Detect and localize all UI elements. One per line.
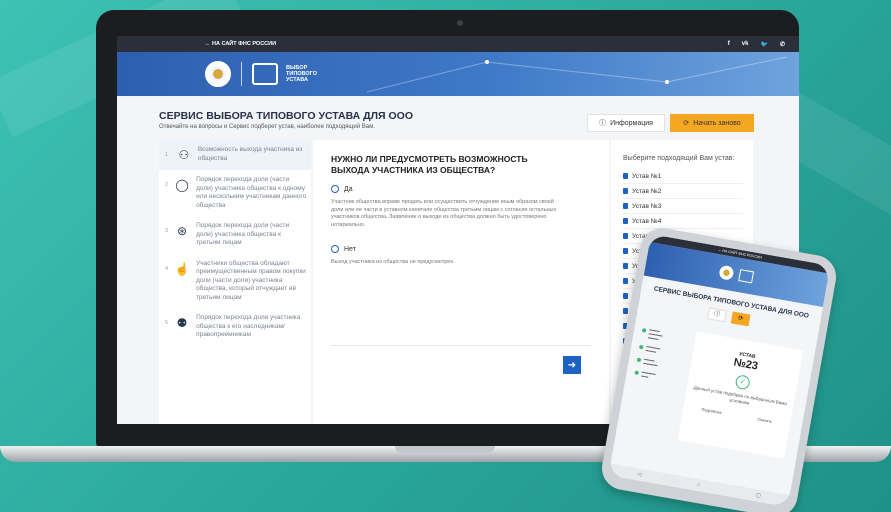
person-exit-icon: ⚇ <box>178 148 190 162</box>
check-dot-icon <box>636 357 642 363</box>
step-label: Порядок перехода доли (части доли) участ… <box>196 222 290 246</box>
info-button-label: Информация <box>610 119 653 127</box>
service-logo-icon <box>738 269 755 284</box>
step-number: 3 <box>165 228 169 234</box>
banner: ВЫБОР ТИПОВОГО УСТАВА <box>117 52 799 96</box>
phone-screen: ← НА САЙТ ФНС РОССИИ СЕРВИС ВЫБОРА ТИПОВ… <box>608 234 831 507</box>
document-icon <box>623 293 628 299</box>
option-yes[interactable]: Да <box>331 185 609 193</box>
check-dot-icon <box>638 344 644 350</box>
document-icon <box>623 248 628 254</box>
circle-icon: ◯ <box>175 178 189 192</box>
ustav-list-item[interactable]: Устав №4 <box>623 214 743 229</box>
banner-separator <box>241 62 242 86</box>
step-label: Возможность выхода участника из общества <box>197 146 303 162</box>
ustav-item-label: Устав №4 <box>632 217 662 225</box>
phone-step-label: ▬▬▬▬▬▬▬ <box>645 344 661 354</box>
question-panel: НУЖНО ЛИ ПРЕДУСМОТРЕТЬ ВОЗМОЖНОСТЬ ВЫХОД… <box>313 140 609 424</box>
radio-button[interactable] <box>331 245 339 253</box>
service-logo-text: ВЫБОР ТИПОВОГО УСТАВА <box>286 65 317 83</box>
step-item[interactable]: 1 ⚇ Возможность выхода участника из обще… <box>159 140 311 170</box>
ustav-list-item[interactable]: Устав №3 <box>623 199 743 214</box>
document-icon <box>623 188 628 194</box>
twitter-icon[interactable]: 🐦 <box>760 41 767 48</box>
details-link[interactable]: Подробнее <box>701 407 722 416</box>
download-link[interactable]: Скачать <box>757 416 773 424</box>
ustav-list-title: Выберите подходящий Вам устав: <box>623 155 735 162</box>
result-card: УСТАВ №23 ✓ Данный устав подобран по выб… <box>677 331 804 459</box>
restart-button[interactable]: ⟳ Начать заново <box>670 114 754 132</box>
ustav-item-label: Устав №2 <box>632 187 662 195</box>
banner-network-graphic <box>367 56 787 93</box>
phone-step[interactable]: ▬▬▬▬ ▬▬ <box>634 368 685 385</box>
phone-steps: ▬▬▬ ▬▬▬▬ ▬▬▬ ▬▬▬▬ ▬▬▬ ▬▬▬ ▬▬▬▬ ▬▬▬▬ ▬▬ <box>633 326 692 390</box>
step-number: 5 <box>165 320 169 326</box>
phone-nav-bar: ◁ ○ ▢ <box>608 463 790 507</box>
phone-step-label: ▬▬▬▬ ▬▬ <box>640 369 657 379</box>
vk-icon[interactable]: vk <box>742 41 749 48</box>
service-logo-icon <box>252 63 278 85</box>
top-bar: ← НА САЙТ ФНС РОССИИ f vk 🐦 ✆ <box>117 36 799 52</box>
share-transfer-icon: ⊛ <box>177 224 188 238</box>
recent-icon[interactable]: ▢ <box>756 492 762 499</box>
check-dot-icon <box>634 370 640 376</box>
ustav-list-item[interactable]: Устав №2 <box>623 184 743 199</box>
home-icon[interactable]: ○ <box>697 482 701 488</box>
info-icon: ⓘ <box>599 120 607 127</box>
step-item[interactable]: 4 ☝ Участники общества обладают преимуще… <box>159 254 311 309</box>
option-yes-description: Участник общества вправе продать или осу… <box>331 199 557 228</box>
next-arrow-button[interactable]: ➜ <box>563 356 581 374</box>
document-icon <box>623 263 628 269</box>
step-item[interactable]: 3 ⊛ Порядок перехода доли (части доли) у… <box>159 216 311 254</box>
heirs-icon: ⚉ <box>176 316 188 330</box>
divider <box>331 345 591 346</box>
step-label: Участники общества обладают преимуществе… <box>196 259 306 301</box>
option-no-label: Нет <box>344 245 356 253</box>
document-icon <box>623 233 628 239</box>
document-icon <box>623 173 628 179</box>
question-title: НУЖНО ЛИ ПРЕДУСМОТРЕТЬ ВОЗМОЖНОСТЬ ВЫХОД… <box>331 154 528 175</box>
document-icon <box>623 308 628 314</box>
fns-emblem-icon <box>718 264 735 281</box>
step-item[interactable]: 2 ◯ Порядок перехода доли (части доли) у… <box>159 170 311 216</box>
facebook-icon[interactable]: f <box>728 41 730 48</box>
laptop-notch <box>395 446 495 453</box>
check-dot-icon <box>641 328 647 333</box>
step-number: 2 <box>165 182 169 188</box>
document-icon <box>623 278 628 284</box>
hand-pointer-icon: ☝ <box>174 261 190 276</box>
step-label: Порядок перехода доли участника общества… <box>196 314 301 338</box>
back-icon[interactable]: ◁ <box>637 471 642 478</box>
phone-icon[interactable]: ✆ <box>780 41 785 48</box>
step-item[interactable]: 5 ⚉ Порядок перехода доли участника обще… <box>159 308 311 346</box>
page-header: СЕРВИС ВЫБОРА ТИПОВОГО УСТАВА ДЛЯ ООО От… <box>117 96 799 132</box>
option-no[interactable]: Нет <box>331 245 609 253</box>
step-label: Порядок перехода доли (части доли) участ… <box>196 176 307 209</box>
radio-button[interactable] <box>331 185 339 193</box>
document-icon <box>623 203 628 209</box>
ustav-item-label: Устав №3 <box>632 202 662 210</box>
back-to-fns-link[interactable]: ← НА САЙТ ФНС РОССИИ <box>205 41 276 47</box>
phone-step-label: ▬▬▬▬▬▬▬ <box>643 356 658 368</box>
arrow-right-icon: ➜ <box>567 359 577 371</box>
document-icon <box>623 218 628 224</box>
refresh-icon[interactable]: ⟳ <box>730 311 751 327</box>
social-links: f vk 🐦 ✆ <box>728 41 785 48</box>
info-button[interactable]: ⓘ Информация <box>587 114 665 132</box>
steps-panel: 1 ⚇ Возможность выхода участника из обще… <box>159 140 311 424</box>
ustav-item-label: Устав №1 <box>632 172 662 180</box>
step-number: 1 <box>165 152 169 158</box>
fns-emblem-icon <box>205 61 231 87</box>
webcam <box>457 20 463 26</box>
option-yes-label: Да <box>344 185 353 193</box>
restart-button-label: Начать заново <box>693 119 741 127</box>
phone-step-label: ▬▬▬ ▬▬▬▬ ▬▬▬ <box>647 327 663 341</box>
option-no-description: Выход участника из общества не предусмот… <box>331 259 455 265</box>
ustav-list-item[interactable]: Устав №1 <box>623 169 743 184</box>
step-number: 4 <box>165 265 169 272</box>
info-icon[interactable]: ⓘ <box>707 307 727 323</box>
check-circle-icon: ✓ <box>734 374 751 391</box>
refresh-icon: ⟳ <box>683 120 690 127</box>
